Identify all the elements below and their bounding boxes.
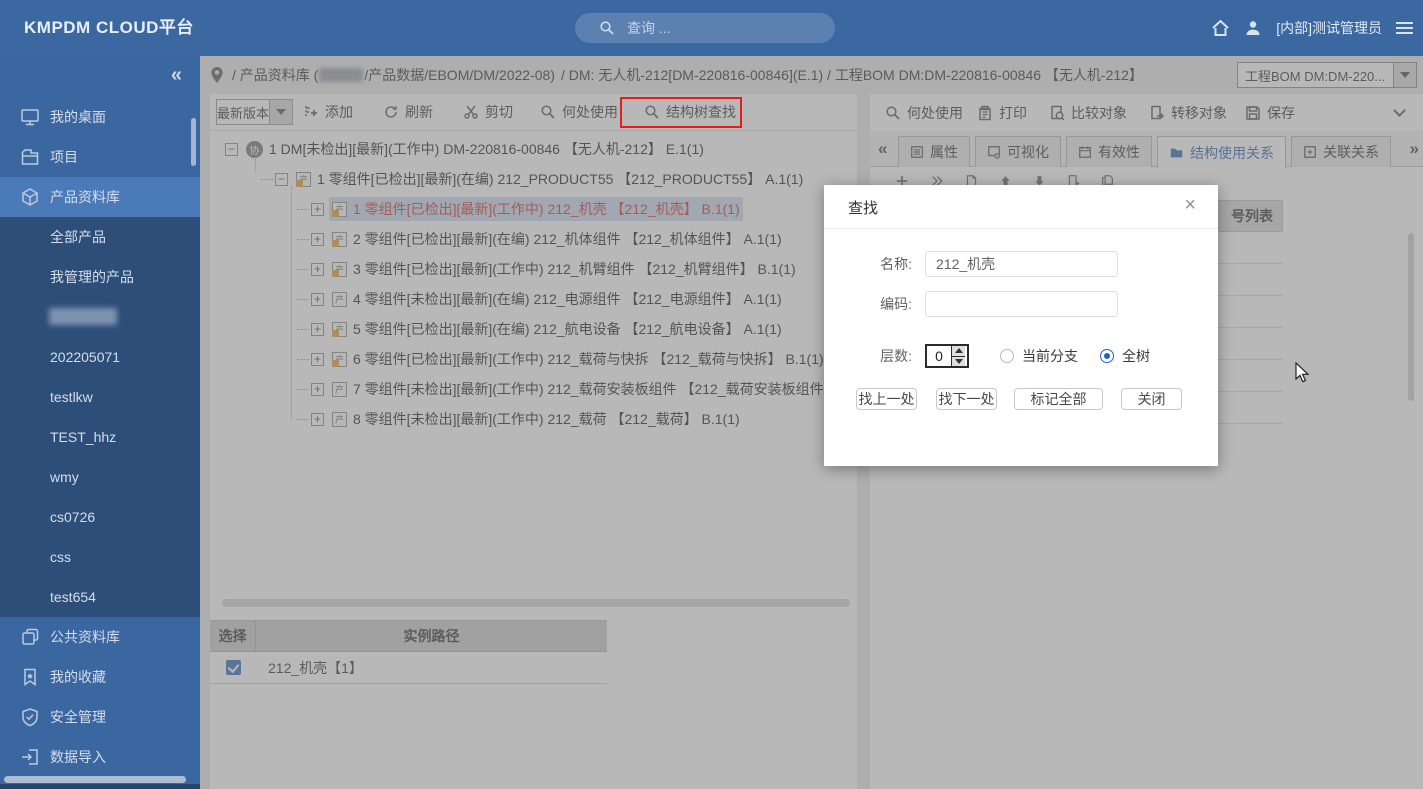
name-label: 名称: — [824, 254, 912, 274]
sidebar-item-公共资料库[interactable]: 公共资料库 — [0, 617, 200, 657]
sidebar-item-label: cs0726 — [50, 509, 95, 525]
find-dialog-title: 查找 — [848, 197, 878, 218]
top-bar: KMPDM CLOUD平台 查询 ... [内部]测试管理员 — [0, 0, 1423, 56]
sidebar-item-label: 全部产品 — [50, 227, 106, 247]
sidebar-horizontal-scrollbar[interactable] — [4, 776, 186, 783]
topbar-right: [内部]测试管理员 — [1211, 0, 1413, 56]
radio-full-tree-label: 全树 — [1122, 346, 1150, 366]
dialog-button-找上一处[interactable]: 找上一处 — [856, 388, 917, 410]
dialog-button-关闭[interactable]: 关闭 — [1121, 388, 1182, 410]
sidebar-item-label: 项目 — [50, 147, 78, 167]
stepper-down-icon[interactable] — [952, 357, 965, 367]
search-icon — [599, 20, 615, 36]
sidebar-vertical-scrollbar[interactable] — [191, 118, 196, 166]
sidebar-item-testlkw[interactable]: testlkw — [0, 377, 200, 417]
annotation-highlight-box — [620, 97, 742, 128]
bookmark-icon — [20, 667, 40, 687]
sidebar-item-label: 我管理的产品 — [50, 267, 134, 287]
sidebar-item-label: 数据导入 — [50, 747, 106, 767]
stack-icon — [20, 627, 40, 647]
sidebar-item-TEST_hhz[interactable]: TEST_hhz — [0, 417, 200, 457]
sidebar-item-label: 安全管理 — [50, 707, 106, 727]
dialog-button-找下一处[interactable]: 找下一处 — [936, 388, 997, 410]
find-dialog: 查找 × 名称: 编码: 层数: 0 当前分支 全树 找上一处找下一处标记全部关… — [824, 185, 1218, 466]
sidebar-item-label: TEST_hhz — [50, 429, 116, 445]
sidebar-item-全部产品[interactable]: 全部产品 — [0, 217, 200, 257]
home-icon[interactable] — [1211, 19, 1230, 37]
sidebar-bottom-strip — [0, 784, 200, 789]
sidebar-item-label: wmy — [50, 469, 79, 485]
sidebar-item-label: 我的收藏 — [50, 667, 106, 687]
sidebar-item-redacted[interactable] — [0, 297, 200, 337]
code-input[interactable] — [925, 291, 1118, 317]
modal-overlay — [200, 56, 1423, 789]
find-dialog-header: 查找 × — [824, 185, 1218, 229]
sidebar-item-项目[interactable]: 项目 — [0, 137, 200, 177]
sidebar-item-label: 公共资料库 — [50, 627, 120, 647]
user-icon[interactable] — [1244, 19, 1262, 37]
radio-current-branch[interactable] — [1000, 349, 1014, 363]
stepper-up-icon[interactable] — [952, 346, 965, 357]
sidebar-item-label: 我的桌面 — [50, 107, 106, 127]
sidebar-item-202205071[interactable]: 202205071 — [0, 337, 200, 377]
close-icon[interactable]: × — [1184, 194, 1196, 217]
sidebar-item-label: testlkw — [50, 389, 93, 405]
sidebar-item-test654[interactable]: test654 — [0, 577, 200, 617]
radio-full-tree[interactable] — [1100, 349, 1114, 363]
code-label: 编码: — [824, 294, 912, 314]
sidebar-item-redacted-blur — [49, 308, 117, 325]
sidebar-item-label: 产品资料库 — [50, 187, 120, 207]
sidebar-item-我的桌面[interactable]: 我的桌面 — [0, 97, 200, 137]
import-icon — [20, 747, 40, 767]
sidebar-item-数据导入[interactable]: 数据导入 — [0, 737, 200, 777]
sidebar-item-我管理的产品[interactable]: 我管理的产品 — [0, 257, 200, 297]
sidebar-item-cs0726[interactable]: cs0726 — [0, 497, 200, 537]
sidebar-item-我的收藏[interactable]: 我的收藏 — [0, 657, 200, 697]
radio-current-branch-label: 当前分支 — [1022, 346, 1078, 366]
levels-value: 0 — [927, 346, 951, 366]
sidebar-collapse-icon[interactable]: « — [171, 64, 182, 87]
dialog-button-标记全部[interactable]: 标记全部 — [1014, 388, 1103, 410]
global-search[interactable]: 查询 ... — [575, 13, 835, 43]
name-input[interactable] — [925, 251, 1118, 277]
sidebar-item-安全管理[interactable]: 安全管理 — [0, 697, 200, 737]
levels-stepper[interactable]: 0 — [925, 344, 969, 368]
app-title: KMPDM CLOUD平台 — [24, 0, 194, 56]
sidebar: « 我的桌面项目产品资料库全部产品我管理的产品 202205071 testlkw T… — [0, 56, 200, 789]
search-placeholder: 查询 ... — [627, 18, 671, 38]
monitor-icon — [20, 107, 40, 127]
project-icon — [20, 147, 40, 167]
cube-icon — [20, 187, 40, 207]
sidebar-item-css[interactable]: css — [0, 537, 200, 577]
mouse-cursor — [1295, 362, 1311, 384]
sidebar-item-label: 202205071 — [50, 349, 120, 365]
sidebar-item-label: test654 — [50, 589, 96, 605]
levels-label: 层数: — [824, 346, 912, 366]
username[interactable]: [内部]测试管理员 — [1276, 18, 1382, 38]
sidebar-item-label: css — [50, 549, 71, 565]
shield-icon — [20, 707, 40, 727]
menu-icon[interactable] — [1396, 19, 1413, 37]
sidebar-item-wmy[interactable]: wmy — [0, 457, 200, 497]
sidebar-item-产品资料库[interactable]: 产品资料库 — [0, 177, 200, 217]
